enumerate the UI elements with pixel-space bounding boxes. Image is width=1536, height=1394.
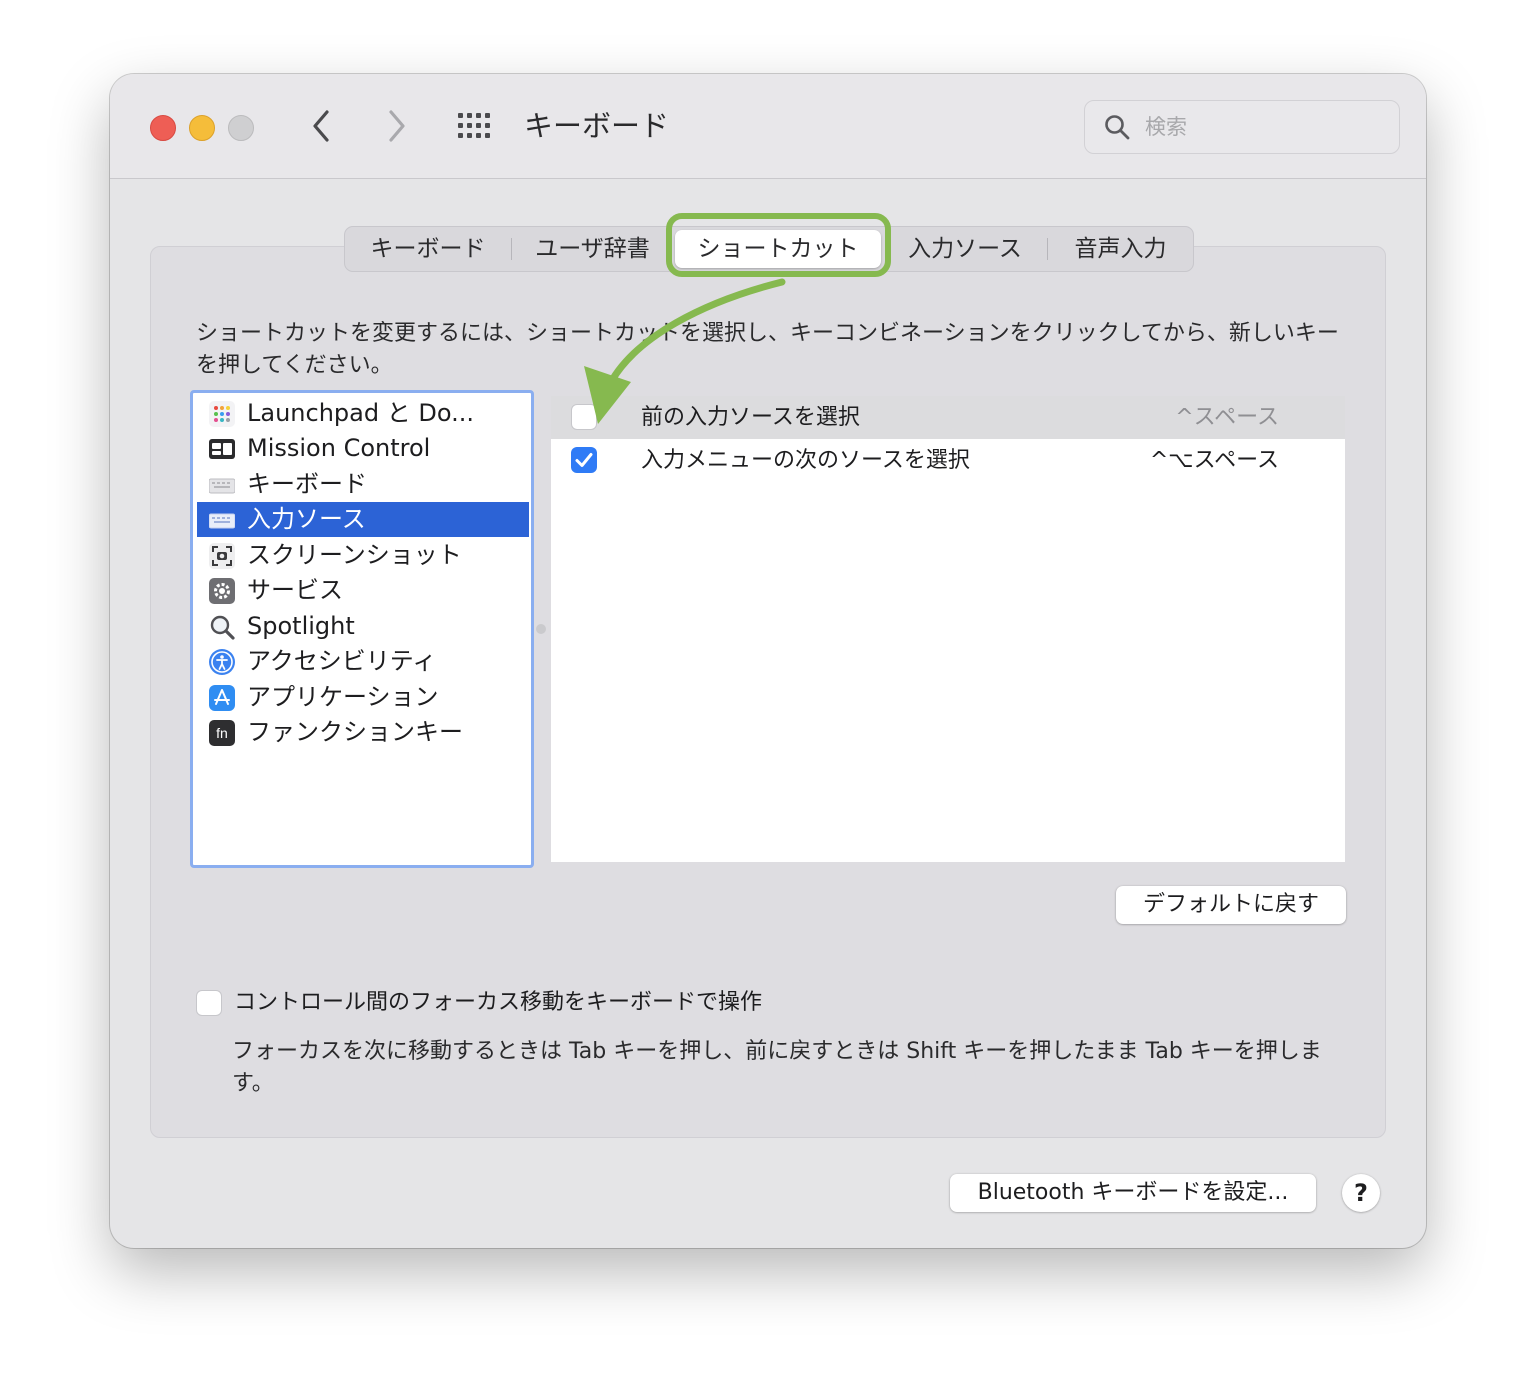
list-item-mission-control[interactable]: Mission Control [197,431,529,466]
search-icon [1105,115,1130,140]
chevron-left-icon [313,110,329,142]
list-item-applications[interactable]: アプリケーション [197,680,529,715]
title-bar: キーボード 検索 [110,74,1426,179]
shortcut-enabled-checkbox[interactable] [571,447,597,473]
grid-icon [458,113,490,138]
input-source-keyboard-icon [209,513,235,529]
list-item-input-sources[interactable]: 入力ソース [197,502,529,537]
list-item-label: サービス [247,576,343,604]
show-all-button[interactable] [456,110,496,142]
svg-text:fn: fn [216,725,228,741]
split-view-divider-handle[interactable] [536,624,546,634]
gear-icon [209,578,235,604]
keyboard-navigation-checkbox[interactable] [196,990,222,1016]
list-item-accessibility[interactable]: アクセシビリティ [197,644,529,679]
tab-dictation[interactable]: 音声入力 [1048,227,1193,271]
list-item-label: Launchpad と Do... [247,399,474,427]
zoom-window-button[interactable] [228,115,254,141]
window-title: キーボード [524,109,670,143]
close-window-button[interactable] [150,115,176,141]
list-item-label: スクリーンショット [247,541,462,569]
shortcut-enabled-checkbox[interactable] [571,404,597,430]
shortcut-category-list[interactable]: Launchpad と Do... Mission Control キーボード … [190,390,534,868]
shortcut-key-combo[interactable]: ^スペース [1175,396,1279,439]
keyboard-icon [209,478,235,494]
keyboard-navigation-label: コントロール間のフォーカス移動をキーボードで操作 [234,990,763,1015]
list-item-label: アプリケーション [247,683,439,711]
list-item-label: Mission Control [247,434,431,462]
tab-keyboard[interactable]: キーボード [345,227,511,271]
shortcut-label: 前の入力ソースを選択 [641,405,860,430]
launchpad-icon [209,401,235,427]
list-item-label: アクセシビリティ [247,647,437,675]
list-item-launchpad-dock[interactable]: Launchpad と Do... [197,396,529,431]
restore-defaults-button[interactable]: デフォルトに戻す [1116,886,1346,924]
table-row[interactable]: 入力メニューの次のソースを選択 ^⌥スペース [551,439,1345,482]
setup-bluetooth-keyboard-button[interactable]: Bluetooth キーボードを設定... [950,1174,1316,1212]
tab-input-sources[interactable]: 入力ソース [885,227,1045,271]
shortcut-label: 入力メニューの次のソースを選択 [641,448,970,473]
shortcut-key-combo[interactable]: ^⌥スペース [1150,439,1279,482]
table-row[interactable]: 前の入力ソースを選択 ^スペース [551,396,1345,439]
minimize-window-button[interactable] [189,115,215,141]
list-item-screenshot[interactable]: スクリーンショット [197,538,529,573]
back-button[interactable] [304,102,340,150]
list-item-label: 入力ソース [247,505,366,533]
help-button[interactable]: ? [1342,1174,1380,1212]
search-field[interactable]: 検索 [1084,100,1400,154]
fn-key-icon: fn [209,720,235,746]
checkmark-icon [575,453,593,467]
app-store-icon [209,685,235,711]
chevron-right-icon [389,110,405,142]
list-item-label: ファンクションキー [247,718,463,746]
list-item-label: Spotlight [247,612,355,640]
list-item-function-keys[interactable]: fn ファンクションキー [197,715,529,750]
magnifier-icon [210,615,235,640]
list-item-spotlight[interactable]: Spotlight [197,609,529,644]
screenshot-icon [209,543,235,569]
keyboard-navigation-description: フォーカスを次に移動するときは Tab キーを押し、前に戻すときは Shift … [232,1039,1322,1096]
list-item-keyboard[interactable]: キーボード [197,467,529,502]
list-item-label: キーボード [247,470,367,498]
forward-button[interactable] [378,102,414,150]
instructions-text: ショートカットを変更するには、ショートカットを選択し、キーコンビネーションをクリ… [196,321,1339,378]
shortcut-table[interactable]: 前の入力ソースを選択 ^スペース 入力メニューの次のソースを選択 ^⌥スペース [551,396,1345,862]
annotation-highlight-ring [666,213,891,277]
accessibility-icon [209,649,235,675]
list-item-services[interactable]: サービス [197,573,529,608]
tab-user-dictionary[interactable]: ユーザ辞書 [512,227,673,271]
search-placeholder: 検索 [1145,115,1187,139]
mission-control-icon [209,439,235,459]
system-preferences-window: キーボード 検索 キーボード ユーザ辞書 ショートカット 入力ソース 音声入力 … [110,74,1426,1248]
